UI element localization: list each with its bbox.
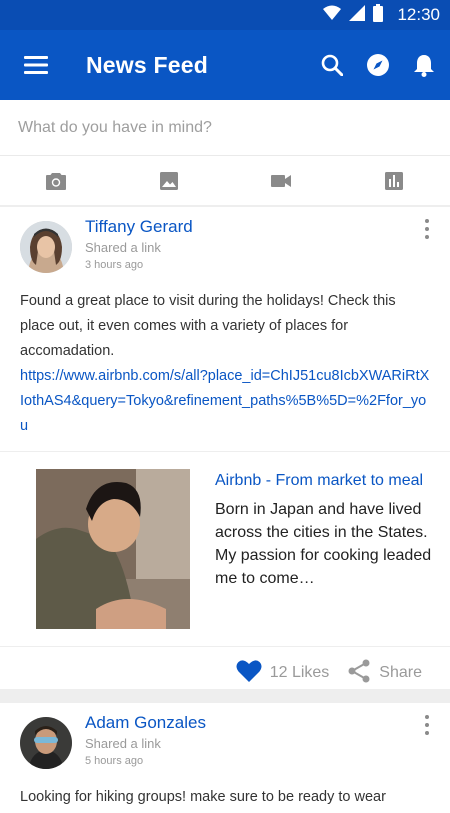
app-bar: News Feed — [0, 30, 450, 100]
post-composer — [0, 100, 450, 205]
status-input[interactable] — [18, 119, 450, 137]
share-label: Share — [379, 664, 422, 682]
post-card: Adam Gonzales Shared a link 5 hours ago … — [0, 703, 450, 813]
app-bar-actions — [318, 51, 450, 79]
composer-tools — [0, 156, 450, 205]
post-body: Found a great place to visit during the … — [0, 283, 450, 439]
status-time: 12:30 — [397, 5, 440, 25]
post-actions: 12 Likes Share — [0, 647, 450, 699]
author-name[interactable]: Tiffany Gerard — [85, 217, 193, 237]
camera-icon[interactable] — [0, 156, 113, 205]
notifications-bell-icon[interactable] — [410, 51, 438, 79]
menu-icon[interactable] — [0, 30, 72, 100]
author-name[interactable]: Adam Gonzales — [85, 713, 206, 733]
post-header: Adam Gonzales Shared a link 5 hours ago — [0, 703, 450, 779]
preview-description: Born in Japan and have lived across the … — [215, 498, 440, 590]
link-preview[interactable]: Airbnb - From market to meal Born in Jap… — [0, 451, 450, 647]
post-time: 3 hours ago — [85, 259, 143, 271]
search-icon[interactable] — [318, 51, 346, 79]
avatar[interactable] — [20, 717, 72, 769]
image-icon[interactable] — [113, 156, 226, 205]
page-title: News Feed — [86, 52, 318, 79]
heart-icon — [236, 659, 262, 688]
post-time: 5 hours ago — [85, 755, 143, 767]
post-link[interactable]: https://www.airbnb.com/s/all?place_id=Ch… — [20, 364, 430, 439]
post-body: Looking for hiking groups! make sure to … — [0, 779, 450, 810]
share-button[interactable]: Share — [347, 659, 422, 688]
like-button[interactable]: 12 Likes — [236, 659, 330, 688]
video-icon[interactable] — [225, 156, 338, 205]
preview-image — [36, 469, 190, 629]
poll-chart-icon[interactable] — [338, 156, 450, 205]
post-card: Tiffany Gerard Shared a link 3 hours ago… — [0, 207, 450, 689]
wifi-icon — [323, 5, 341, 26]
avatar[interactable] — [20, 221, 72, 273]
more-vertical-icon[interactable] — [420, 713, 434, 737]
likes-count: 12 Likes — [270, 664, 330, 682]
compass-icon[interactable] — [364, 51, 392, 79]
signal-icon — [349, 5, 365, 26]
post-text: Found a great place to visit during the … — [20, 289, 430, 364]
post-action: Shared a link — [85, 240, 161, 255]
composer-input-row — [0, 100, 450, 156]
battery-icon — [373, 4, 383, 27]
status-bar: 12:30 — [0, 0, 450, 30]
preview-title[interactable]: Airbnb - From market to meal — [215, 472, 423, 490]
post-header: Tiffany Gerard Shared a link 3 hours ago — [0, 207, 450, 283]
post-text: Looking for hiking groups! make sure to … — [20, 785, 430, 810]
post-action: Shared a link — [85, 736, 161, 751]
share-icon — [347, 659, 371, 688]
more-vertical-icon[interactable] — [420, 217, 434, 241]
